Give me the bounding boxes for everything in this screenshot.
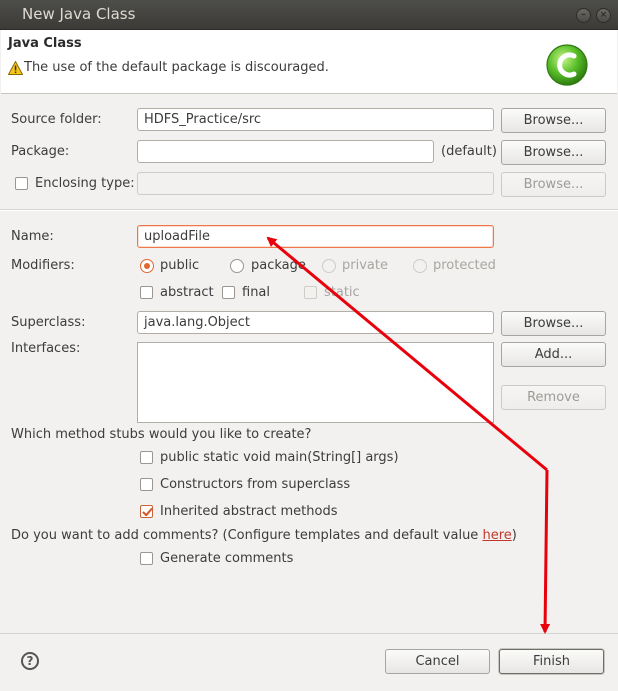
header-title: Java Class [8, 36, 82, 51]
interfaces-remove-button: Remove [501, 385, 606, 410]
separator [0, 209, 618, 211]
package-default-note: (default) [441, 144, 497, 159]
modifier-private-label: private [342, 258, 388, 273]
close-icon[interactable]: × [596, 8, 611, 23]
stub-inherited-checkbox[interactable] [140, 505, 153, 518]
superclass-label: Superclass: [11, 315, 86, 330]
modifier-abstract-label: abstract [160, 285, 214, 300]
modifier-static-checkbox [304, 286, 317, 299]
package-input[interactable] [137, 140, 434, 163]
comments-question-prefix: Do you want to add comments? (Configure … [11, 528, 483, 543]
dialog-header: Java Class The use of the default packag… [1, 30, 617, 94]
enclosing-type-browse-button: Browse... [501, 172, 606, 197]
modifier-private-radio [322, 259, 336, 273]
modifier-protected-label: protected [433, 258, 496, 273]
stub-constructors-checkbox[interactable] [140, 478, 153, 491]
enclosing-type-input [137, 172, 494, 195]
generate-comments-label: Generate comments [160, 551, 294, 566]
stub-main-checkbox[interactable] [140, 451, 153, 464]
title-bar: New Java Class – × [0, 0, 618, 30]
window-title: New Java Class [22, 5, 136, 23]
name-label: Name: [11, 229, 54, 244]
header-message: The use of the default package is discou… [24, 60, 329, 75]
stub-constructors-label: Constructors from superclass [160, 477, 351, 492]
enclosing-type-checkbox[interactable] [15, 177, 28, 190]
package-label: Package: [11, 144, 70, 159]
generate-comments-checkbox[interactable] [140, 552, 153, 565]
comments-question-suffix: ) [511, 528, 517, 543]
source-folder-input[interactable]: HDFS_Practice/src [137, 108, 494, 131]
stub-inherited-label: Inherited abstract methods [160, 504, 338, 519]
modifier-abstract-checkbox[interactable] [140, 286, 153, 299]
interfaces-list[interactable] [137, 342, 494, 423]
checkmark-icon [142, 508, 153, 517]
modifier-protected-radio [413, 259, 427, 273]
configure-templates-link[interactable]: here [482, 528, 511, 543]
new-class-logo-icon [546, 44, 588, 86]
superclass-browse-button[interactable]: Browse... [501, 311, 606, 336]
modifiers-label: Modifiers: [11, 258, 75, 273]
modifier-public-radio[interactable] [140, 259, 154, 273]
superclass-input[interactable]: java.lang.Object [137, 311, 494, 334]
annotation-arrow-to-finish [540, 469, 551, 634]
source-folder-label: Source folder: [11, 112, 102, 127]
minimize-icon[interactable]: – [576, 8, 591, 23]
package-browse-button[interactable]: Browse... [501, 140, 606, 165]
interfaces-label: Interfaces: [11, 341, 81, 356]
comments-question: Do you want to add comments? (Configure … [11, 528, 517, 543]
warning-icon [8, 61, 23, 75]
help-icon[interactable]: ? [21, 652, 39, 670]
modifier-package-radio[interactable] [230, 259, 244, 273]
name-input[interactable]: uploadFile [137, 225, 494, 248]
modifier-package-label: package [251, 258, 306, 273]
modifier-final-checkbox[interactable] [222, 286, 235, 299]
finish-button[interactable]: Finish [499, 649, 604, 674]
modifier-final-label: final [242, 285, 271, 300]
interfaces-add-button[interactable]: Add... [501, 342, 606, 367]
modifier-public-label: public [160, 258, 200, 273]
cancel-button[interactable]: Cancel [385, 649, 490, 674]
stub-main-label: public static void main(String[] args) [160, 450, 399, 465]
enclosing-type-label: Enclosing type: [35, 176, 135, 191]
source-folder-browse-button[interactable]: Browse... [501, 108, 606, 133]
stubs-question: Which method stubs would you like to cre… [11, 427, 312, 442]
modifier-static-label: static [324, 285, 360, 300]
